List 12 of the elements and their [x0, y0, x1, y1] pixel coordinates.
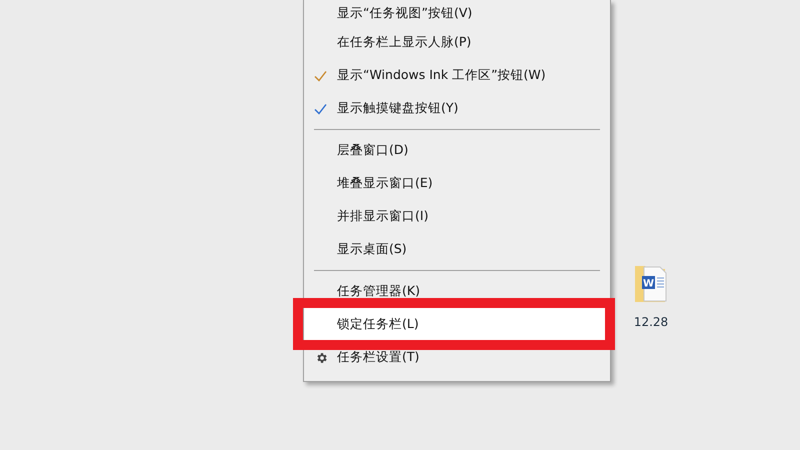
menu-item[interactable]: 显示“任务视图”按钮(V)	[304, 0, 610, 26]
menu-item[interactable]: 并排显示窗口(I)	[304, 200, 610, 233]
menu-item[interactable]: 显示“Windows Ink 工作区”按钮(W)	[304, 59, 610, 92]
menu-item[interactable]: 任务栏设置(T)	[304, 341, 610, 374]
menu-item[interactable]: 显示桌面(S)	[304, 233, 610, 266]
menu-item[interactable]: 在任务栏上显示人脉(P)	[304, 26, 610, 59]
menu-item[interactable]: 显示触摸键盘按钮(Y)	[304, 92, 610, 125]
menu-item[interactable]: 任务管理器(K)	[304, 275, 610, 308]
menu-item[interactable]: 层叠窗口(D)	[304, 134, 610, 167]
settings-icon	[315, 351, 328, 364]
icon-label: 12.28	[634, 314, 668, 331]
menu-item[interactable]: 堆叠显示窗口(E)	[304, 167, 610, 200]
